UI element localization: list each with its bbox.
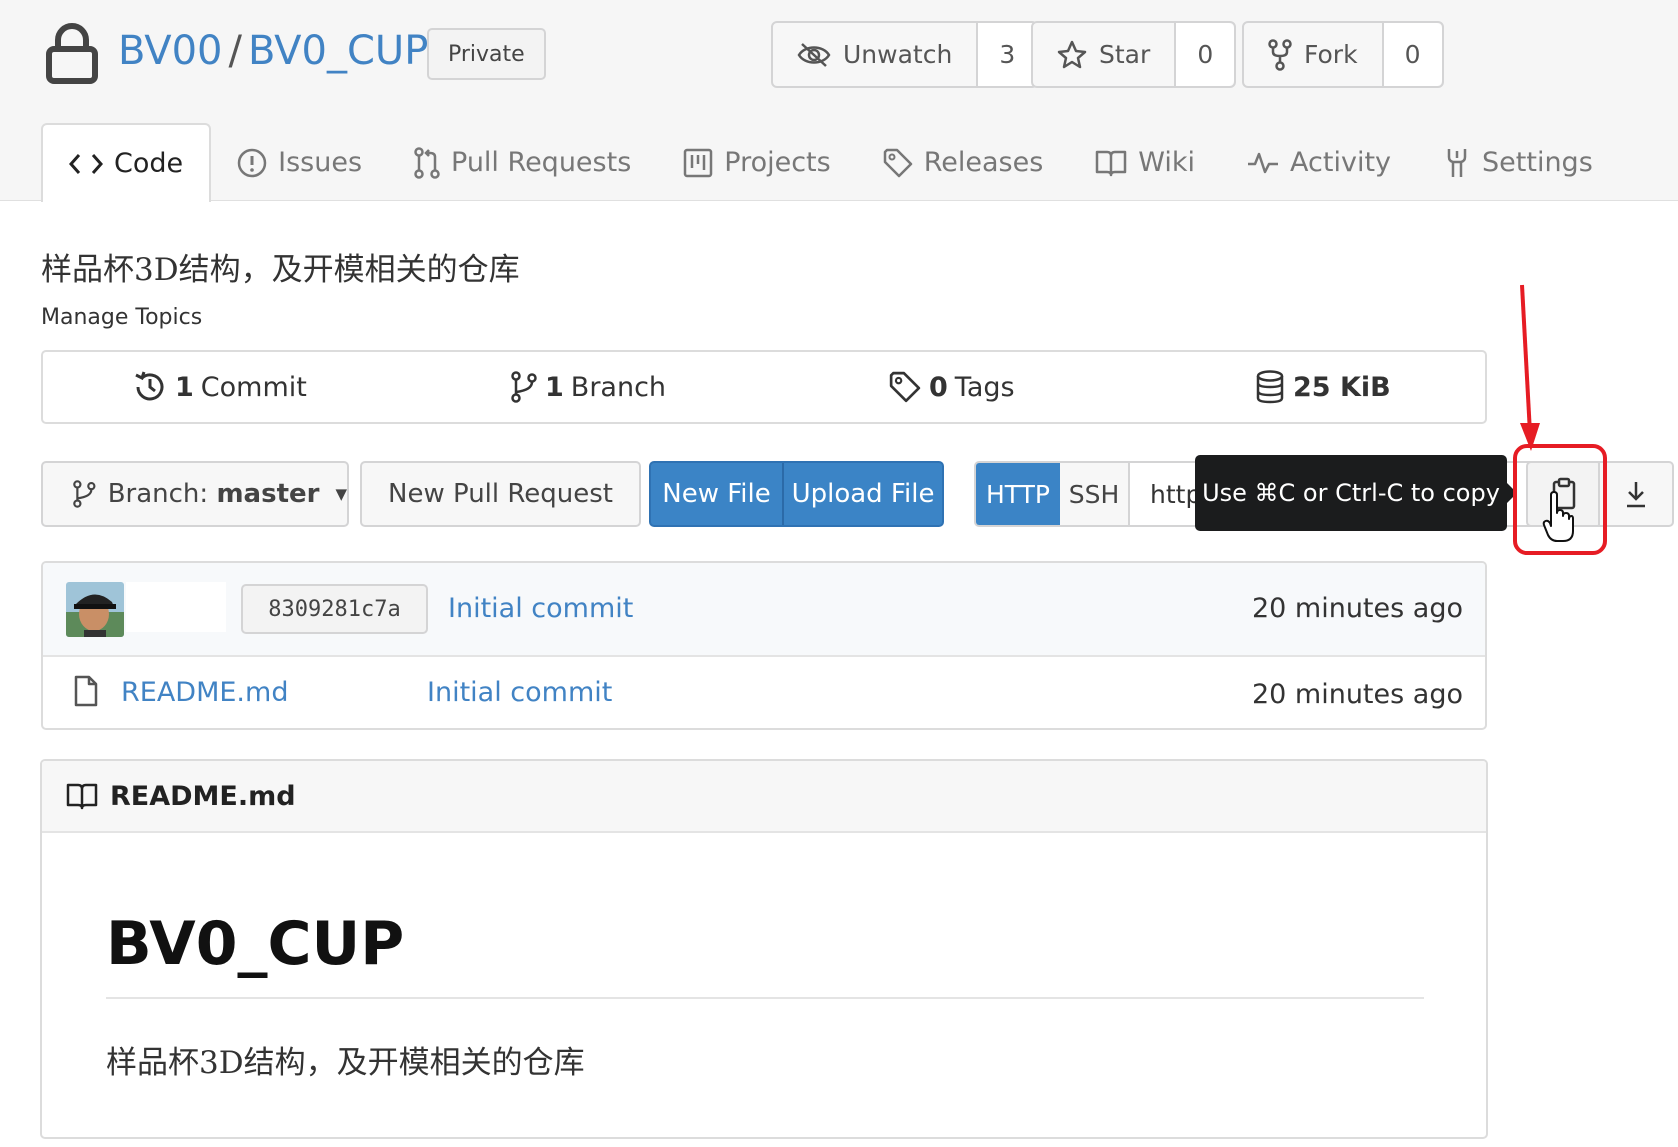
database-icon	[1256, 370, 1284, 404]
fork-icon	[1268, 38, 1292, 71]
branch-dropdown[interactable]: Branch: master ▼	[41, 461, 349, 527]
repo-separator: /	[228, 28, 242, 74]
pull-request-icon	[414, 146, 440, 179]
commit-sha-button[interactable]: 8309281c7a	[241, 584, 428, 634]
private-badge: Private	[427, 28, 546, 80]
repo-description: 样品杯3D结构，及开模相关的仓库	[41, 252, 520, 288]
avatar[interactable]	[66, 582, 124, 637]
repo-size: 25 KiB	[1293, 371, 1391, 403]
eye-slash-icon	[797, 42, 831, 67]
branches-count: 1	[545, 371, 564, 403]
tab-label: Wiki	[1138, 147, 1196, 178]
unwatch-label: Unwatch	[843, 40, 953, 69]
repo-owner-link[interactable]: BV00	[118, 28, 222, 74]
tools-icon	[1447, 148, 1467, 177]
branch-name: master	[216, 479, 320, 509]
commits-label: Commit	[200, 371, 307, 403]
hand-cursor-icon	[1542, 491, 1574, 542]
book-icon	[66, 783, 98, 810]
commits-count: 1	[175, 371, 194, 403]
upload-file-button[interactable]: Upload File	[784, 463, 942, 525]
latest-commit-message[interactable]: Initial commit	[448, 593, 633, 624]
tab-settings[interactable]: Settings	[1417, 123, 1619, 202]
forks-count[interactable]: 0	[1383, 23, 1442, 86]
table-row: README.md Initial commit 20 minutes ago	[43, 657, 1485, 728]
stars-count[interactable]: 0	[1176, 23, 1235, 86]
tab-label: Code	[114, 148, 184, 179]
commits-stat[interactable]: 1 Commit	[133, 352, 307, 422]
branch-icon	[511, 371, 537, 403]
latest-commit-time: 20 minutes ago	[1251, 593, 1463, 624]
code-icon	[69, 153, 103, 174]
lock-icon	[46, 23, 98, 84]
readme-panel: README.md BV0_CUP 样品杯3D结构，及开模相关的仓库	[40, 759, 1488, 1139]
download-icon	[1627, 482, 1645, 508]
http-protocol-button[interactable]: HTTP	[976, 463, 1060, 525]
readme-filename: README.md	[110, 780, 296, 812]
project-icon	[684, 148, 713, 177]
book-icon	[1096, 150, 1127, 176]
tags-label: Tags	[954, 371, 1015, 403]
unwatch-button[interactable]: Unwatch	[773, 23, 979, 86]
copy-tooltip: Use ⌘C or Ctrl-C to copy	[1195, 455, 1517, 531]
readme-divider	[106, 997, 1424, 999]
download-button[interactable]	[1598, 461, 1674, 527]
tab-pull-requests[interactable]: Pull Requests	[388, 123, 657, 202]
tab-releases[interactable]: Releases	[857, 123, 1070, 202]
readme-body: 样品杯3D结构，及开模相关的仓库	[106, 1045, 585, 1081]
author-name	[126, 582, 226, 632]
tab-label: Pull Requests	[451, 147, 632, 178]
caret-down-icon: ▼	[335, 485, 347, 503]
pulse-icon	[1248, 152, 1279, 173]
star-label: Star	[1099, 40, 1151, 69]
star-button-group: Star 0	[1031, 21, 1237, 88]
tab-label: Settings	[1482, 147, 1593, 178]
tab-label: Activity	[1290, 147, 1392, 178]
repo-name-link[interactable]: BV0_CUP	[248, 28, 428, 74]
branch-icon	[73, 480, 96, 508]
file-listing: 8309281c7a Initial commit 20 minutes ago…	[41, 561, 1487, 730]
unwatch-button-group: Unwatch 3	[771, 21, 1039, 88]
watchers-count[interactable]: 3	[978, 23, 1037, 86]
tags-count: 0	[929, 371, 948, 403]
annotation-arrow-icon	[1520, 284, 1540, 451]
tab-wiki[interactable]: Wiki	[1069, 123, 1221, 202]
fork-button[interactable]: Fork	[1244, 23, 1384, 86]
branches-stat[interactable]: 1 Branch	[511, 352, 666, 422]
size-stat: 25 KiB	[1255, 352, 1398, 422]
tag-icon	[883, 148, 912, 177]
branch-prefix: Branch:	[107, 479, 209, 509]
manage-topics-link[interactable]: Manage Topics	[41, 305, 202, 330]
ssh-protocol-button[interactable]: SSH	[1060, 463, 1130, 525]
star-button[interactable]: Star	[1033, 23, 1177, 86]
file-button-group: New File Upload File	[649, 461, 944, 527]
new-pull-request-button[interactable]: New Pull Request	[360, 461, 641, 527]
tab-code[interactable]: Code	[41, 123, 212, 202]
repo-title: BV00/BV0_CUP	[118, 28, 428, 74]
tab-label: Projects	[724, 147, 831, 178]
tab-activity[interactable]: Activity	[1221, 123, 1417, 202]
repo-stats-bar: 1 Commit 1 Branch 0 Tags 25 KiB	[41, 350, 1487, 424]
fork-label: Fork	[1304, 40, 1358, 69]
latest-commit-row: 8309281c7a Initial commit 20 minutes ago	[43, 563, 1485, 657]
file-commit-time: 20 minutes ago	[1251, 679, 1463, 710]
fork-button-group: Fork 0	[1242, 21, 1444, 88]
tab-projects[interactable]: Projects	[657, 123, 856, 202]
tag-icon	[889, 371, 921, 403]
star-icon	[1057, 40, 1087, 68]
tab-issues[interactable]: Issues	[211, 123, 388, 202]
file-commit-message[interactable]: Initial commit	[427, 677, 612, 708]
readme-title: BV0_CUP	[106, 909, 405, 979]
history-icon	[135, 371, 164, 401]
tab-label: Issues	[278, 147, 363, 178]
new-file-button[interactable]: New File	[651, 463, 784, 525]
tags-stat[interactable]: 0 Tags	[889, 352, 1015, 422]
tab-label: Releases	[923, 147, 1044, 178]
branches-label: Branch	[570, 371, 667, 403]
repo-tabs: Code Issues Pull Requests Projects Relea…	[41, 123, 1619, 202]
issue-icon	[237, 148, 267, 177]
readme-header: README.md	[42, 761, 1486, 833]
file-icon	[74, 675, 98, 707]
file-name-link[interactable]: README.md	[121, 677, 288, 708]
